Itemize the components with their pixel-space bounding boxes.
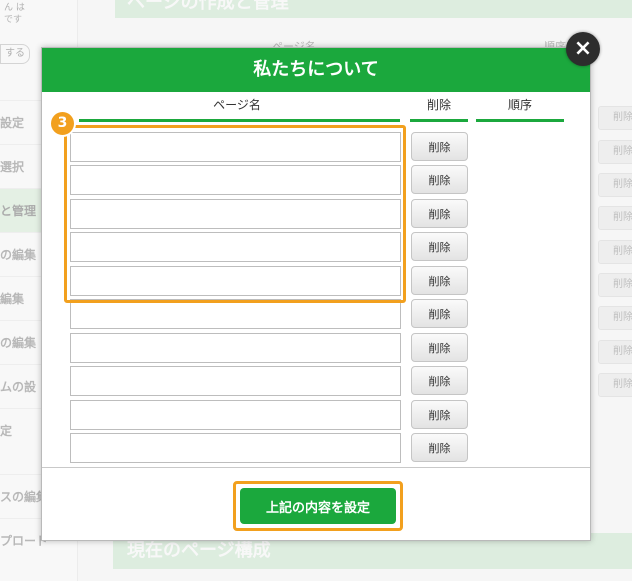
page-row: 削除 (70, 132, 470, 162)
page-name-input[interactable] (70, 199, 401, 229)
page-row: 削除 (70, 333, 470, 363)
apply-settings-button[interactable]: 上記の内容を設定 (240, 488, 396, 524)
delete-button[interactable]: 削除 (411, 232, 468, 261)
bg-sidebar-button: する (0, 44, 30, 64)
page-name-input[interactable] (70, 333, 401, 363)
page-name-input[interactable] (70, 232, 401, 262)
modal-title: 私たちについて (42, 48, 590, 92)
footer-divider (42, 467, 590, 468)
submit-highlight-frame: 上記の内容を設定 (233, 481, 403, 531)
page-row: 削除 (70, 199, 470, 229)
page-row: 削除 (70, 299, 470, 329)
delete-button[interactable]: 削除 (411, 199, 468, 228)
delete-button[interactable]: 削除 (411, 266, 468, 295)
delete-button[interactable]: 削除 (411, 132, 468, 161)
bg-delete-button: 削除 (598, 206, 632, 230)
delete-button[interactable]: 削除 (411, 433, 468, 462)
page-row: 削除 (70, 266, 470, 296)
delete-button[interactable]: 削除 (411, 400, 468, 429)
page-row: 削除 (70, 165, 470, 195)
column-underline-order (476, 119, 564, 122)
page-name-input[interactable] (70, 266, 401, 296)
bg-delete-button: 削除 (598, 140, 632, 164)
page-name-input[interactable] (70, 400, 401, 430)
page-row: 削除 (70, 366, 470, 396)
column-underline-page-name (79, 119, 400, 122)
bg-sidebar-text-line: です (4, 15, 23, 25)
column-header-order: 順序 (507, 98, 532, 112)
bg-delete-button: 削除 (598, 306, 632, 330)
bg-delete-button: 削除 (598, 173, 632, 197)
page-row: 削除 (70, 400, 470, 430)
page-row: 削除 (70, 433, 470, 463)
step-number-badge: 3 (49, 110, 76, 137)
delete-button[interactable]: 削除 (411, 333, 468, 362)
delete-button[interactable]: 削除 (411, 366, 468, 395)
column-underline-delete (410, 119, 468, 122)
bg-header-title: ページの作成と管理 (115, 0, 632, 18)
page-settings-modal: 私たちについて ページ名 削除 順序 削除 削除 削除 削除 削除 削除 削除 … (41, 47, 591, 541)
bg-sidebar-text-line: ん は (4, 3, 25, 13)
page-name-input[interactable] (70, 433, 401, 463)
bg-delete-button: 削除 (598, 273, 632, 297)
delete-button[interactable]: 削除 (411, 299, 468, 328)
bg-delete-button: 削除 (598, 340, 632, 364)
bg-delete-button: 削除 (598, 373, 632, 397)
delete-button[interactable]: 削除 (411, 165, 468, 194)
page-row: 削除 (70, 232, 470, 262)
page-name-input[interactable] (70, 165, 401, 195)
page-name-input[interactable] (70, 299, 401, 329)
column-header-delete: 削除 (426, 98, 451, 112)
bg-delete-button: 削除 (598, 240, 632, 264)
column-header-page-name: ページ名 (213, 98, 261, 112)
page-name-input[interactable] (70, 132, 401, 162)
close-icon[interactable]: × (566, 32, 600, 66)
page-name-input[interactable] (70, 366, 401, 396)
bg-delete-button: 削除 (598, 106, 632, 130)
bg-sidebar-text: ん は です (0, 0, 78, 28)
